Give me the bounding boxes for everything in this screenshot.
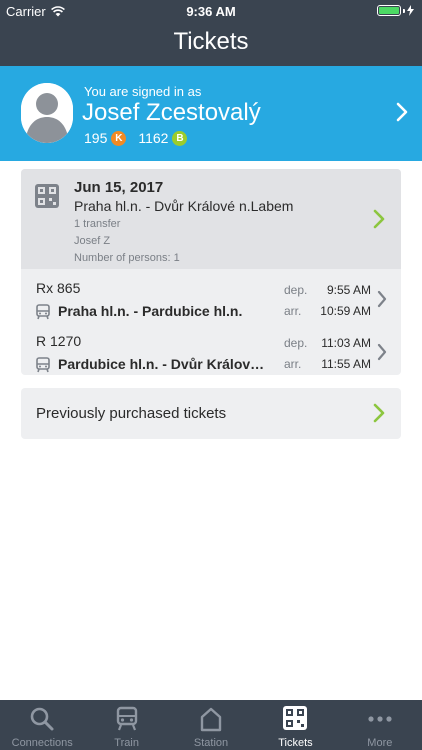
- ticket-passenger: Josef Z: [74, 235, 111, 247]
- journey-leg[interactable]: R 1270 Pardubice hl.n. - Dvůr Králov… de…: [21, 326, 401, 375]
- chevron-right-icon: [396, 102, 408, 122]
- leg-route: Pardubice hl.n. - Dvůr Králov…: [58, 356, 265, 372]
- b-badge: B: [172, 130, 188, 146]
- train-number: R 1270: [36, 333, 82, 349]
- previous-tickets-label: Previously purchased tickets: [36, 405, 227, 422]
- departure-time: 11:03 AM: [321, 336, 371, 350]
- departure-label: dep.: [284, 336, 308, 350]
- tab-label: Connections: [11, 737, 73, 749]
- more-icon: [368, 716, 392, 722]
- tab-tickets[interactable]: Tickets: [253, 700, 337, 750]
- battery-icon: [377, 5, 414, 16]
- points-b-value: 1162: [138, 130, 169, 146]
- profile-banner[interactable]: You are signed in as Josef Zcestovalý 19…: [0, 66, 422, 161]
- qr-icon: [283, 706, 308, 730]
- tab-label: Train: [114, 737, 139, 749]
- k-badge: K: [111, 130, 127, 146]
- search-icon: [30, 707, 54, 731]
- arrival-label: arr.: [284, 357, 302, 371]
- status-bar: Carrier 9:36 AM: [0, 0, 422, 22]
- tab-bar: Connections Train Station Tickets More: [0, 700, 422, 750]
- ticket-transfers: 1 transfer: [74, 218, 121, 230]
- tab-label: Tickets: [278, 737, 313, 749]
- ticket-date: Jun 15, 2017: [74, 179, 164, 196]
- chevron-right-icon: [373, 209, 385, 229]
- chevron-right-icon: [377, 343, 387, 361]
- page-title: Tickets: [173, 28, 249, 55]
- ticket-persons: Number of persons: 1: [74, 252, 180, 264]
- leg-route: Praha hl.n. - Pardubice hl.n.: [58, 303, 243, 319]
- arrival-time: 10:59 AM: [320, 304, 371, 318]
- tab-connections[interactable]: Connections: [0, 700, 84, 750]
- train-number: Rx 865: [36, 280, 81, 296]
- ticket-route: Praha hl.n. - Dvůr Králové n.Labem: [74, 198, 294, 214]
- signed-in-label: You are signed in as: [84, 84, 202, 99]
- departure-label: dep.: [284, 283, 308, 297]
- tab-more[interactable]: More: [338, 700, 422, 750]
- tab-label: More: [367, 737, 393, 749]
- tab-train[interactable]: Train: [84, 700, 168, 750]
- arrival-label: arr.: [284, 304, 302, 318]
- ticket-summary[interactable]: Jun 15, 2017 Praha hl.n. - Dvůr Králové …: [21, 169, 401, 269]
- loyalty-points: 195 K 1162 B: [84, 130, 199, 146]
- train-icon: [36, 357, 50, 373]
- tab-label: Station: [193, 737, 229, 749]
- train-icon: [116, 706, 137, 731]
- departure-time: 9:55 AM: [326, 283, 371, 297]
- tab-station[interactable]: Station: [169, 700, 253, 750]
- avatar: [21, 83, 73, 143]
- ticket-card: Jun 15, 2017 Praha hl.n. - Dvůr Králové …: [21, 169, 401, 375]
- journey-leg[interactable]: Rx 865 Praha hl.n. - Pardubice hl.n. dep…: [21, 273, 401, 326]
- chevron-right-icon: [373, 403, 385, 423]
- navigation-bar: Tickets: [0, 22, 422, 66]
- arrival-time: 11:55 AM: [321, 357, 371, 371]
- previous-tickets-row[interactable]: Previously purchased tickets: [21, 388, 401, 439]
- qr-code-icon: [35, 184, 59, 208]
- user-name: Josef Zcestovalý: [82, 99, 261, 126]
- train-icon: [36, 304, 50, 320]
- points-k-value: 195: [84, 130, 108, 146]
- charging-icon: [407, 5, 414, 16]
- chevron-right-icon: [377, 290, 387, 308]
- clock: 9:36 AM: [186, 4, 236, 19]
- station-icon: [200, 707, 222, 732]
